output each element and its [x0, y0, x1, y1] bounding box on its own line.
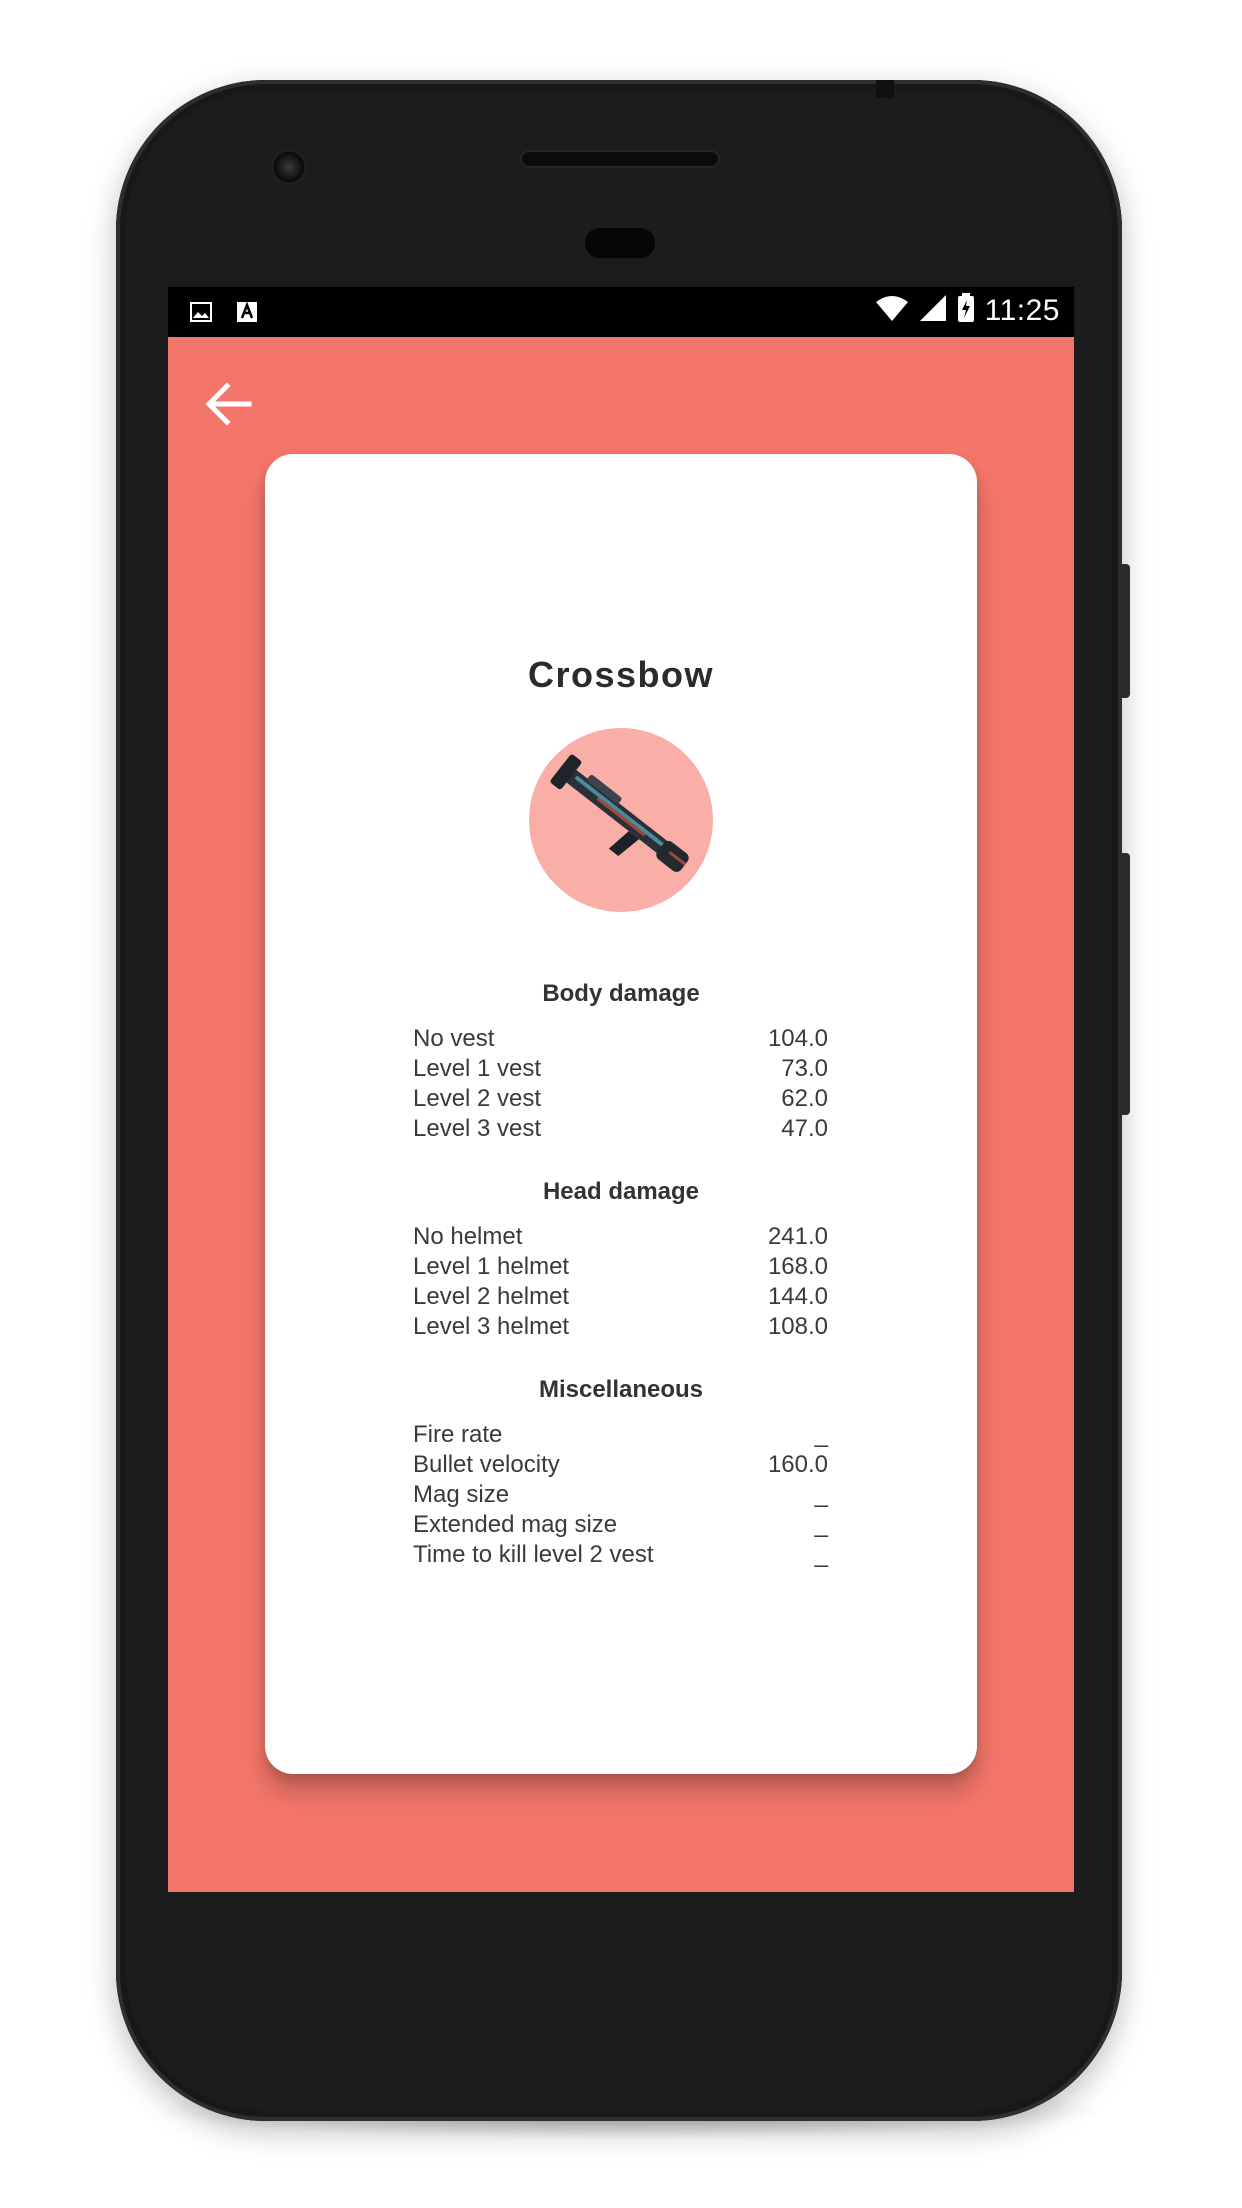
head-damage-table: No helmet 241.0 Level 1 helmet 168.0 Level…	[413, 1222, 828, 1342]
phone-top-notch	[876, 80, 894, 98]
weapon-title: Crossbow	[527, 654, 715, 695]
status-time: 11:25	[984, 293, 1060, 327]
stat-row: Bullet velocity 160.0	[413, 1451, 828, 1478]
stat-row: Mag size _	[413, 1481, 828, 1508]
arrow-left-icon	[205, 382, 252, 426]
stat-row: Level 3 helmet 108.0	[413, 1313, 828, 1340]
stat-row: Time to kill level 2 vest _	[413, 1541, 828, 1568]
stat-row: No helmet 241.0	[413, 1223, 828, 1250]
weapon-card: Crossbow Body damage No vest 104.0 Level…	[265, 454, 977, 1774]
stat-row: Level 2 helmet 144.0	[413, 1283, 828, 1310]
battery-charging-icon	[957, 293, 975, 328]
stat-row: Level 3 vest 47.0	[413, 1115, 828, 1142]
crossbow-image	[550, 754, 689, 872]
power-button	[1119, 564, 1130, 698]
body-damage-table: No vest 104.0 Level 1 vest 73.0 Level 2 ve…	[413, 1024, 828, 1144]
earpiece-speaker	[520, 150, 720, 168]
status-bar: 11:25	[168, 287, 1074, 337]
proximity-sensor	[585, 228, 655, 258]
signal-icon	[919, 294, 947, 327]
miscellaneous-table: Fire rate _ Bullet velocity 160.0 Mag size…	[413, 1420, 828, 1570]
section-title-body-damage: Body damage	[542, 980, 700, 1007]
volume-button	[1119, 853, 1130, 1115]
front-camera	[270, 148, 308, 186]
stat-row: Level 1 helmet 168.0	[413, 1253, 828, 1280]
status-left-icons	[190, 301, 258, 323]
stat-row: Extended mag size _	[413, 1511, 828, 1538]
section-title-miscellaneous: Miscellaneous	[538, 1376, 704, 1403]
weapon-image-circle	[529, 728, 713, 912]
stat-row: Level 2 vest 62.0	[413, 1085, 828, 1112]
status-right-icons: 11:25	[875, 293, 1060, 328]
wifi-icon	[875, 294, 909, 327]
app-background: Crossbow Body damage No vest 104.0 Level…	[168, 337, 1074, 1892]
stat-row: Level 1 vest 73.0	[413, 1055, 828, 1082]
section-title-head-damage: Head damage	[542, 1178, 700, 1205]
stat-row: No vest 104.0	[413, 1025, 828, 1052]
screen: 11:25 Crossbow Body damage No vest 104.0…	[168, 287, 1074, 1892]
image-icon	[190, 301, 212, 323]
stat-row: Fire rate _	[413, 1421, 828, 1448]
back-button[interactable]	[200, 375, 258, 433]
a-icon	[236, 301, 258, 323]
